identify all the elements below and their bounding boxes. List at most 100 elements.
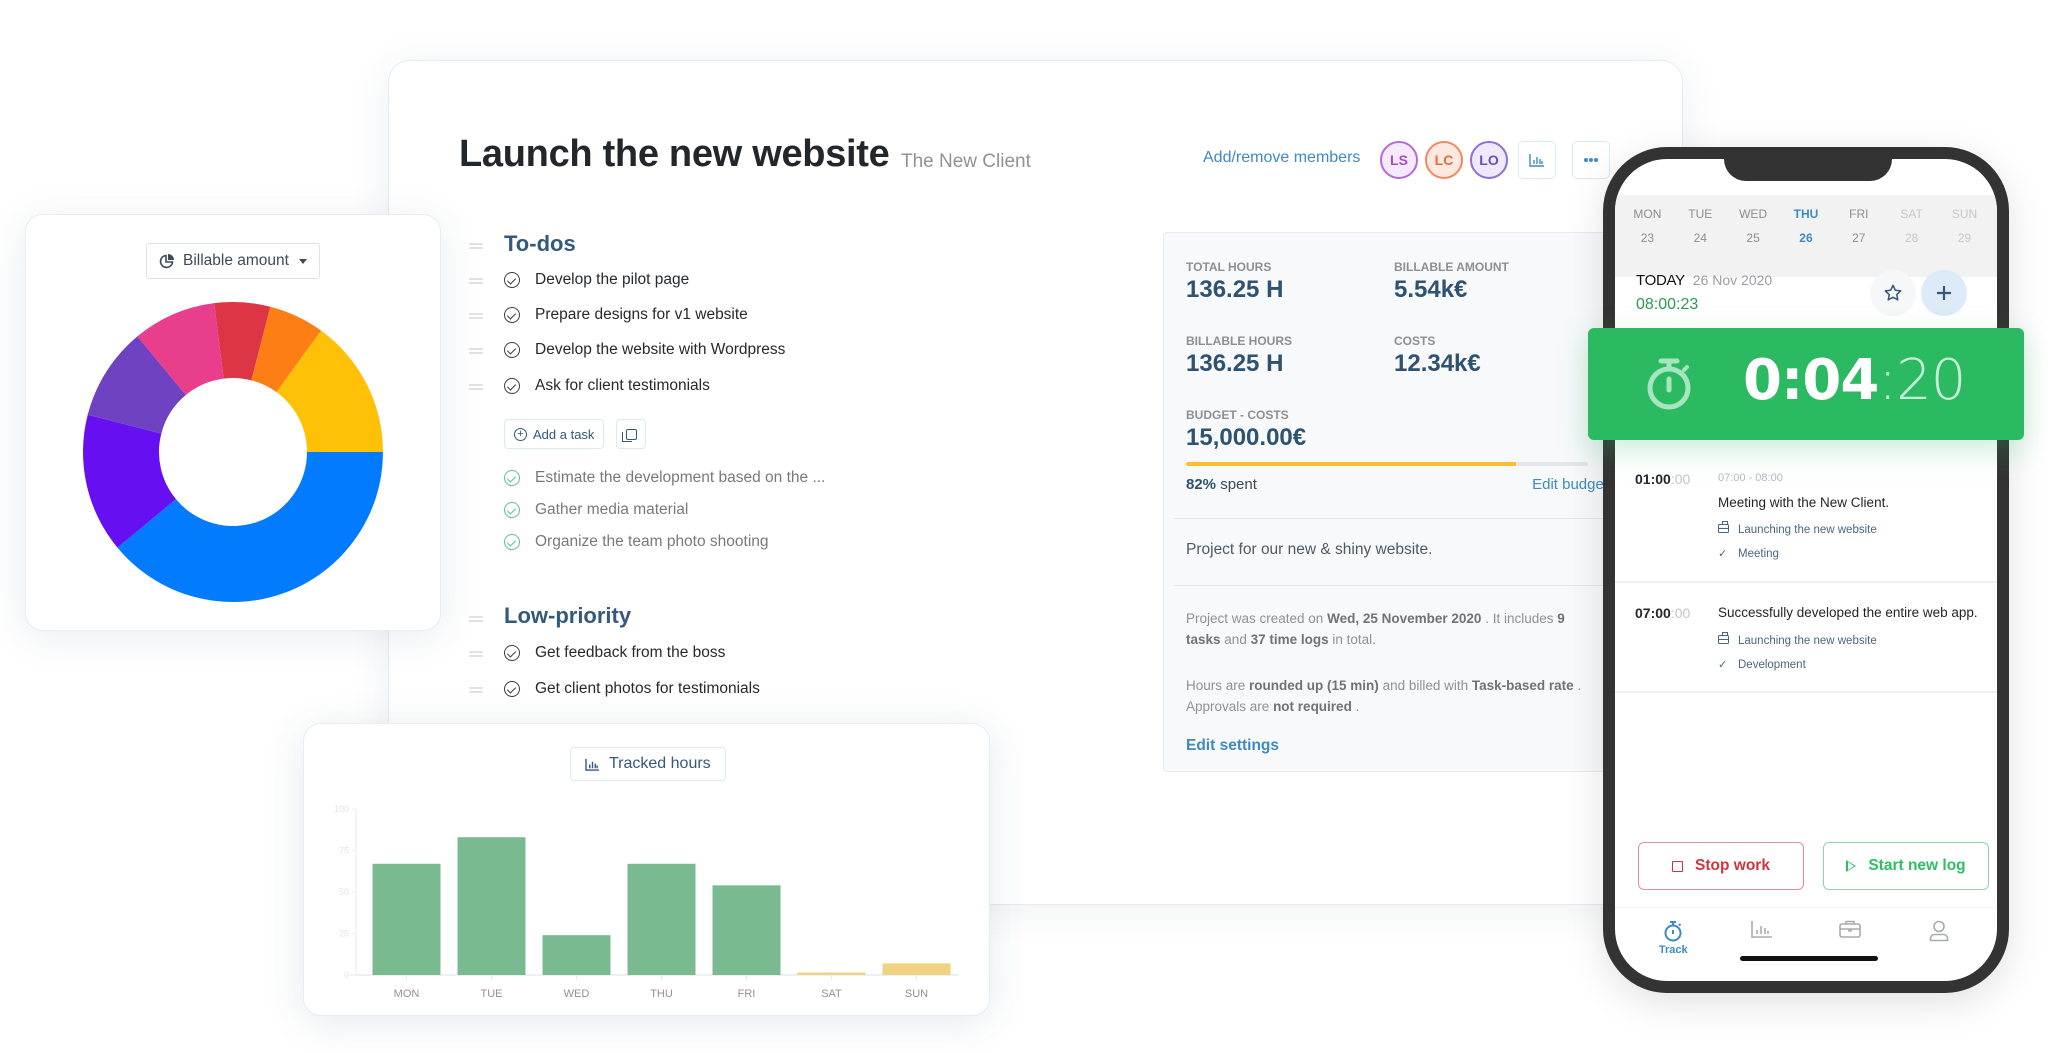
- info-text: and billed with: [1382, 678, 1469, 693]
- drag-handle-icon[interactable]: [469, 616, 483, 622]
- log-task-name: Meeting: [1738, 547, 1779, 560]
- log-task[interactable]: ✓ Meeting: [1718, 547, 1779, 561]
- drag-handle-icon[interactable]: [469, 313, 483, 319]
- stop-work-button[interactable]: Stop work: [1638, 842, 1804, 890]
- start-new-log-label: Start new log: [1868, 857, 1966, 874]
- task-item[interactable]: Prepare designs for v1 website: [504, 306, 748, 324]
- project-title: Launch the new website: [459, 133, 890, 175]
- project-reports-button[interactable]: [1518, 141, 1556, 179]
- project-description: Project for our new & shiny website.: [1186, 541, 1433, 558]
- week-day-wed[interactable]: WED 25: [1728, 195, 1778, 277]
- day-name: FRI: [1849, 207, 1869, 221]
- week-day-mon[interactable]: MON 23: [1622, 195, 1672, 277]
- project-stats-panel: TOTAL HOURS 136.25 H BILLABLE AMOUNT 5.5…: [1163, 232, 1623, 772]
- member-avatar[interactable]: LC: [1425, 141, 1463, 179]
- timer-seconds: :20: [1878, 348, 1966, 413]
- running-timer-banner[interactable]: 0:04:20: [1588, 328, 2024, 440]
- check-circle-icon[interactable]: [504, 272, 520, 288]
- log-task[interactable]: ✓ Development: [1718, 658, 1806, 672]
- add-remove-members-link[interactable]: Add/remove members: [1203, 149, 1360, 167]
- billable-hours-value: 136.25 H: [1186, 350, 1284, 377]
- briefcase-icon: [1718, 632, 1729, 644]
- task-item[interactable]: Ask for client testimonials: [504, 377, 710, 395]
- log-project-name: Launching the new website: [1738, 635, 1877, 647]
- more-options-button[interactable]: [1572, 141, 1610, 179]
- member-avatar[interactable]: LO: [1470, 141, 1508, 179]
- home-indicator[interactable]: [1740, 956, 1878, 961]
- start-new-log-button[interactable]: Start new log: [1823, 842, 1989, 890]
- drag-handle-icon[interactable]: [469, 651, 483, 657]
- week-day-sat[interactable]: SAT 28: [1887, 195, 1937, 277]
- bar-sun[interactable]: [882, 963, 951, 975]
- selector-label: Tracked hours: [609, 755, 711, 772]
- check-circle-icon[interactable]: [504, 502, 520, 518]
- check-circle-icon[interactable]: [504, 342, 520, 358]
- task-item[interactable]: Develop the website with Wordpress: [504, 341, 785, 359]
- drag-handle-icon[interactable]: [469, 384, 483, 390]
- stop-square-icon: [1672, 860, 1684, 872]
- completed-task-item[interactable]: Organize the team photo shooting: [504, 533, 769, 551]
- check-circle-icon[interactable]: [504, 470, 520, 486]
- drag-handle-icon[interactable]: [469, 243, 483, 249]
- task-label: Prepare designs for v1 website: [535, 306, 748, 323]
- total-hours-label: TOTAL HOURS: [1186, 260, 1272, 274]
- day-name: SUN: [1951, 207, 1978, 221]
- logs-count: 37 time logs: [1250, 632, 1329, 647]
- week-day-tue[interactable]: TUE 24: [1675, 195, 1725, 277]
- today-header: TODAY 26 Nov 2020: [1636, 272, 1772, 289]
- duplicate-button[interactable]: [616, 419, 646, 449]
- task-item[interactable]: Get feedback from the boss: [504, 644, 725, 662]
- bar-fri[interactable]: [712, 885, 781, 975]
- drag-handle-icon[interactable]: [469, 687, 483, 693]
- task-item[interactable]: Develop the pilot page: [504, 271, 689, 289]
- drag-handle-icon[interactable]: [469, 278, 483, 284]
- check-circle-icon[interactable]: [504, 378, 520, 394]
- check-circle-icon[interactable]: [504, 307, 520, 323]
- favorite-button[interactable]: [1870, 270, 1916, 316]
- info-text: in total.: [1332, 632, 1376, 647]
- tracked-hours-selector[interactable]: Tracked hours: [570, 747, 726, 781]
- edit-settings-link[interactable]: Edit settings: [1186, 737, 1279, 755]
- member-avatar[interactable]: LS: [1380, 141, 1418, 179]
- tab-track[interactable]: Track: [1638, 908, 1708, 967]
- tab-profile[interactable]: [1904, 908, 1974, 967]
- completed-task-item[interactable]: Gather media material: [504, 501, 688, 519]
- dropdown-label: Billable amount: [183, 252, 289, 269]
- x-tick-label: SAT: [821, 988, 842, 1000]
- budget-progress-bar: [1186, 462, 1588, 466]
- check-circle-icon[interactable]: [504, 681, 520, 697]
- task-label: Ask for client testimonials: [535, 377, 710, 394]
- log-project[interactable]: Launching the new website: [1718, 632, 1877, 647]
- time-log-entry[interactable]: 07:00:00 Successfully developed the enti…: [1615, 583, 1997, 693]
- add-task-button[interactable]: + Add a task: [504, 419, 605, 449]
- created-date: Wed, 25 November 2020: [1327, 611, 1482, 626]
- budget-label: BUDGET - COSTS: [1186, 408, 1289, 422]
- check-circle-icon[interactable]: [504, 534, 520, 550]
- check-circle-icon[interactable]: [504, 645, 520, 661]
- day-date: 29: [1957, 231, 1972, 245]
- drag-handle-icon[interactable]: [469, 348, 483, 354]
- bar-tue[interactable]: [457, 837, 526, 975]
- add-log-button[interactable]: [1921, 270, 1967, 316]
- briefcase-icon: [1718, 521, 1729, 533]
- day-date: 23: [1640, 231, 1655, 245]
- day-date: 28: [1904, 231, 1919, 245]
- completed-task-item[interactable]: Estimate the development based on the ..…: [504, 469, 825, 487]
- bar-thu[interactable]: [627, 863, 696, 975]
- task-item[interactable]: Get client photos for testimonials: [504, 680, 760, 698]
- bar-mon[interactable]: [372, 863, 441, 975]
- bar-wed[interactable]: [542, 935, 611, 975]
- edit-budget-link[interactable]: Edit budget: [1532, 476, 1608, 493]
- time-log-entry[interactable]: 01:00:00 07:00 - 08:00 Meeting with the …: [1615, 439, 1997, 583]
- phone-notch: [1724, 159, 1892, 181]
- week-day-thu[interactable]: THU 26: [1781, 195, 1831, 277]
- log-project[interactable]: Launching the new website: [1718, 521, 1877, 536]
- week-day-fri[interactable]: FRI 27: [1834, 195, 1884, 277]
- chart-type-dropdown[interactable]: Billable amount: [146, 243, 320, 279]
- info-text: and: [1224, 632, 1247, 647]
- week-day-sun[interactable]: SUN 29: [1939, 195, 1989, 277]
- project-billing-info: Hours are rounded up (15 min) and billed…: [1186, 675, 1596, 717]
- client-name[interactable]: The New Client: [901, 151, 1031, 173]
- bar-sat[interactable]: [797, 972, 866, 975]
- tab-label: Track: [1658, 944, 1688, 956]
